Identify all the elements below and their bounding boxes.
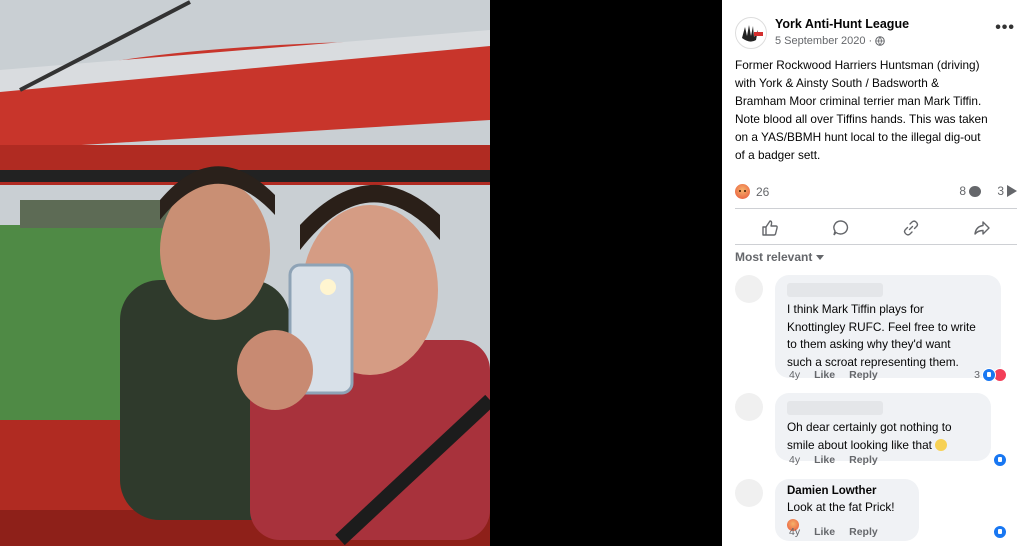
comment-footer: 4y Like Reply — [789, 526, 878, 538]
more-options-icon[interactable]: ••• — [995, 19, 1015, 37]
like-icon — [762, 220, 779, 236]
comment-age[interactable]: 4y — [789, 454, 800, 466]
page-avatar[interactable] — [735, 17, 767, 49]
hand-logo-icon — [742, 25, 763, 42]
share-icon — [974, 221, 990, 235]
post-photo[interactable] — [0, 0, 490, 546]
post-meta: 5 September 2020 · — [775, 35, 885, 47]
comment-age[interactable]: 4y — [789, 526, 800, 538]
comment-text: I think Mark Tiffin plays for Knottingle… — [787, 302, 976, 369]
post-stats: 26 8 3 — [735, 182, 1017, 202]
commenter-name[interactable]: Damien Lowther — [787, 485, 909, 499]
globe-icon — [875, 36, 885, 46]
post-panel: York Anti-Hunt League 5 September 2020 ·… — [722, 0, 1024, 546]
commenter-avatar[interactable] — [735, 275, 763, 303]
reaction-count: 26 — [756, 184, 770, 199]
comment-reaction-count: 3 — [974, 369, 980, 381]
comment-like-button[interactable]: Like — [814, 369, 835, 381]
lightbox-background — [490, 0, 722, 546]
comment-like-button[interactable]: Like — [814, 526, 835, 538]
comment-button[interactable] — [821, 214, 861, 242]
comment-footer: 4y Like Reply — [789, 369, 878, 381]
reaction-summary[interactable]: 26 — [735, 184, 769, 199]
comment-text-content: Look at the fat Prick! — [787, 500, 895, 514]
comment-reply-button[interactable]: Reply — [849, 454, 878, 466]
share-count-value: 3 — [997, 184, 1004, 198]
comment-text: Oh dear certainly got nothing to smile a… — [787, 419, 981, 454]
commenter-avatar[interactable] — [735, 393, 763, 421]
comment-bubble: Oh dear certainly got nothing to smile a… — [775, 393, 991, 461]
comment-reply-button[interactable]: Reply — [849, 526, 878, 538]
comment-bubble: I think Mark Tiffin plays for Knottingle… — [775, 275, 1001, 378]
comment-like-button[interactable]: Like — [814, 454, 835, 466]
like-reaction-icon — [993, 525, 1007, 539]
comment-text-content: Oh dear certainly got nothing to smile a… — [787, 420, 952, 452]
share-count[interactable]: 3 — [997, 184, 1017, 198]
like-button[interactable] — [750, 214, 790, 242]
comment-bubble-icon — [969, 185, 981, 197]
divider — [735, 208, 1017, 209]
angry-reaction-icon — [735, 184, 750, 199]
comment-count[interactable]: 8 — [959, 184, 981, 198]
comment-reactions[interactable] — [993, 525, 1007, 539]
commenter-avatar[interactable] — [735, 479, 763, 507]
post-header: York Anti-Hunt League 5 September 2020 ·… — [735, 15, 1015, 51]
commenter-name-redacted[interactable] — [787, 401, 883, 415]
photo-illustration — [0, 0, 490, 546]
comment-icon — [832, 220, 848, 236]
comment-reactions[interactable] — [993, 453, 1007, 467]
share-button[interactable] — [962, 214, 1002, 242]
divider — [735, 244, 1017, 245]
comment-sort-label: Most relevant — [735, 250, 813, 264]
post-text: Former Rockwood Harriers Huntsman (drivi… — [735, 58, 988, 162]
comment-age[interactable]: 4y — [789, 369, 800, 381]
like-reaction-icon — [982, 368, 996, 382]
chevron-down-icon — [816, 254, 825, 260]
smile-emoji-icon — [935, 438, 948, 451]
commenter-name-redacted[interactable] — [787, 283, 883, 297]
comment-reactions[interactable]: 3 — [974, 368, 1007, 382]
copy-link-button[interactable] — [891, 214, 931, 242]
post-date[interactable]: 5 September 2020 — [775, 35, 866, 47]
comment-sort-dropdown[interactable]: Most relevant — [735, 250, 825, 264]
link-icon — [904, 220, 919, 236]
comment-footer: 4y Like Reply — [789, 454, 878, 466]
page-name[interactable]: York Anti-Hunt League — [775, 17, 909, 31]
like-reaction-icon — [993, 453, 1007, 467]
meta-separator: · — [868, 35, 873, 47]
share-arrow-icon — [1007, 185, 1017, 197]
comment-reply-button[interactable]: Reply — [849, 369, 878, 381]
post-actions — [735, 213, 1017, 243]
comment-count-value: 8 — [959, 184, 966, 198]
